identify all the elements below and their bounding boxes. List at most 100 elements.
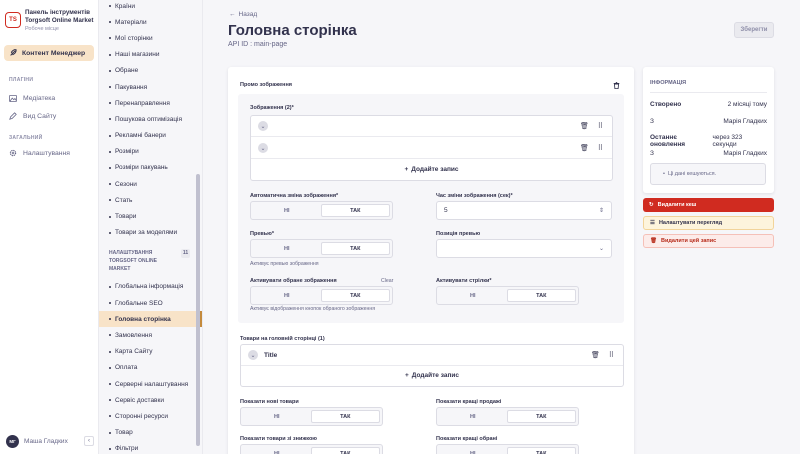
nav-item-media-library[interactable]: Медіатека xyxy=(0,89,98,107)
chevron-down-icon[interactable]: ⌄ xyxy=(248,350,258,360)
chevron-down-icon[interactable]: ⌄ xyxy=(258,121,268,131)
trash-icon[interactable] xyxy=(613,82,620,89)
delete-entry-button[interactable]: 🗑 Видалити цей запис xyxy=(643,234,774,248)
show-new-label: Показати нові товари xyxy=(240,399,299,405)
list-item[interactable]: ⌄ 🗑 ⠿ xyxy=(251,138,612,159)
clear-button[interactable]: Clear xyxy=(381,278,393,284)
add-image-entry-button[interactable]: + Додайте запис xyxy=(251,159,612,180)
user-menu[interactable]: МГ Маша Гладких ‹ xyxy=(6,433,94,449)
gear-icon xyxy=(9,149,17,157)
activate-selected-label: Активувати обране зображення xyxy=(250,278,337,284)
chevron-down-icon[interactable]: ⌄ xyxy=(258,143,268,153)
toggle-no[interactable]: НІ xyxy=(439,447,507,454)
toggle-yes[interactable]: ТАК xyxy=(506,289,576,302)
toggle-yes[interactable]: ТАК xyxy=(506,410,576,423)
activate-selected-toggle[interactable]: НІ ТАК xyxy=(250,286,393,305)
sidebar-item[interactable]: Замовлення xyxy=(99,327,202,343)
sidebar-item[interactable]: Наші магазини xyxy=(99,47,202,63)
delete-cache-button[interactable]: ↻ Видалити кеш xyxy=(643,198,774,212)
interval-input[interactable]: 5 ⇕ xyxy=(436,201,612,220)
cache-note-text: Ці дані кешуються. xyxy=(667,171,717,177)
sidebar-item[interactable]: Матеріали xyxy=(99,14,202,30)
sidebar-item[interactable]: Стать xyxy=(99,192,202,208)
nav-content-manager[interactable]: Контент Менеджер xyxy=(4,45,94,61)
drag-handle-icon[interactable]: ⠿ xyxy=(609,351,614,359)
preview-toggle[interactable]: НІ ТАК xyxy=(250,239,393,258)
sidebar-item[interactable]: Серверні налаштування xyxy=(99,376,202,392)
add-product-entry-button[interactable]: + Додайте запис xyxy=(241,365,623,386)
sidebar-item[interactable]: Головна сторінка xyxy=(99,311,202,328)
sidebar-item[interactable]: Перенаправлення xyxy=(99,95,202,111)
nav-plugins-title: ПЛАГІНИ xyxy=(9,77,34,83)
sidebar-item[interactable]: Розміри xyxy=(99,144,202,160)
show-favorites-toggle[interactable]: НІ ТАК xyxy=(436,444,579,454)
toggle-no[interactable]: НІ xyxy=(439,289,507,302)
trash-icon[interactable]: 🗑 xyxy=(591,351,600,359)
toggle-yes[interactable]: ТАК xyxy=(320,242,390,255)
sidebar-item[interactable]: Розміри пакувань xyxy=(99,160,202,176)
show-best-toggle[interactable]: НІ ТАК xyxy=(436,407,579,426)
nav-item-site-view[interactable]: Вид Сайту xyxy=(0,107,98,125)
back-link[interactable]: ← Назад xyxy=(229,11,257,18)
nav-item-label: Налаштування xyxy=(23,149,70,157)
trash-icon[interactable]: 🗑 xyxy=(580,144,589,152)
sidebar-item[interactable]: Сторонні ресурси xyxy=(99,408,202,424)
back-label: Назад xyxy=(238,11,258,18)
list-item[interactable]: ⌄ 🗑 ⠿ xyxy=(251,116,612,137)
activate-selected-hint: Активує відображення кнопок обраного зоб… xyxy=(250,306,376,312)
sidebar-item[interactable]: Обране xyxy=(99,63,202,79)
toggle-yes[interactable]: ТАК xyxy=(320,204,390,217)
toggle-no[interactable]: НІ xyxy=(253,289,321,302)
sidebar-item[interactable]: Товар xyxy=(99,425,202,441)
sidebar-item[interactable]: Глобальне SEO xyxy=(99,295,202,311)
show-favorites-label: Показати кращі обрані xyxy=(436,436,498,442)
updated-by: Марія Гладких xyxy=(723,150,767,157)
trash-icon[interactable]: 🗑 xyxy=(580,122,589,130)
toggle-no[interactable]: НІ xyxy=(253,242,321,255)
sidebar-item[interactable]: Рекламні банери xyxy=(99,128,202,144)
sidebar-item[interactable]: Сезони xyxy=(99,176,202,192)
sidebar-item[interactable]: Карта Сайту xyxy=(99,344,202,360)
preview-position-select[interactable]: ⌄ xyxy=(436,239,612,258)
save-button[interactable]: Зберегти xyxy=(734,22,774,38)
sidebar-item[interactable]: Оплата xyxy=(99,360,202,376)
add-entry-label: Додайте запис xyxy=(411,166,459,173)
toggle-yes[interactable]: ТАК xyxy=(310,410,380,423)
activate-arrows-toggle[interactable]: НІ ТАК xyxy=(436,286,579,305)
auto-change-toggle[interactable]: НІ ТАК xyxy=(250,201,393,220)
drag-handle-icon[interactable]: ⠿ xyxy=(598,122,603,130)
toggle-yes[interactable]: ТАК xyxy=(506,447,576,454)
activate-arrows-label: Активувати стрілки* xyxy=(436,278,492,284)
sidebar-item[interactable]: Глобальна інформація xyxy=(99,279,202,295)
collapse-nav-button[interactable]: ‹ xyxy=(84,436,94,446)
sidebar-item[interactable]: Товари за моделями xyxy=(99,225,202,241)
subnav-group-title: НАЛАШТУВАННЯ TORGSOFT ONLINE MARKET xyxy=(109,249,157,272)
sidebar-item[interactable]: Сервіс доставки xyxy=(99,392,202,408)
configure-view-button[interactable]: ☰ Налаштувати перегляд xyxy=(643,216,774,230)
nav-item-label: Медіатека xyxy=(23,94,56,102)
brand-title: Панель інструментів Torgsoft Online Mark… xyxy=(25,9,94,24)
show-discount-toggle[interactable]: НІ ТАК xyxy=(240,444,383,454)
show-new-toggle[interactable]: НІ ТАК xyxy=(240,407,383,426)
stepper-icon[interactable]: ⇕ xyxy=(599,207,604,214)
toggle-yes[interactable]: ТАК xyxy=(310,447,380,454)
sidebar-item[interactable]: Пакування xyxy=(99,79,202,95)
list-item[interactable]: ⌄ Title 🗑 ⠿ xyxy=(241,345,623,366)
toggle-no[interactable]: НІ xyxy=(243,447,311,454)
drag-handle-icon[interactable]: ⠿ xyxy=(598,144,603,152)
toggle-no[interactable]: НІ xyxy=(253,204,321,217)
chevron-left-icon: ‹ xyxy=(88,438,90,444)
subnav-group-header[interactable]: НАЛАШТУВАННЯ TORGSOFT ONLINE MARKET 11 xyxy=(99,241,202,279)
user-name: Маша Гладких xyxy=(24,437,68,445)
subnav-scrollbar[interactable] xyxy=(196,174,200,446)
toggle-no[interactable]: НІ xyxy=(439,410,507,423)
feather-icon xyxy=(10,49,17,56)
sidebar-item[interactable]: Товари xyxy=(99,208,202,224)
toggle-no[interactable]: НІ xyxy=(243,410,311,423)
nav-item-settings[interactable]: Налаштування xyxy=(0,144,98,162)
sidebar-item[interactable]: Фільтри xyxy=(99,441,202,454)
sidebar-item[interactable]: Мої сторінки xyxy=(99,30,202,46)
sidebar-item[interactable]: Країни xyxy=(99,0,202,14)
sidebar-item[interactable]: Пошукова оптимізація xyxy=(99,111,202,127)
toggle-yes[interactable]: ТАК xyxy=(320,289,390,302)
